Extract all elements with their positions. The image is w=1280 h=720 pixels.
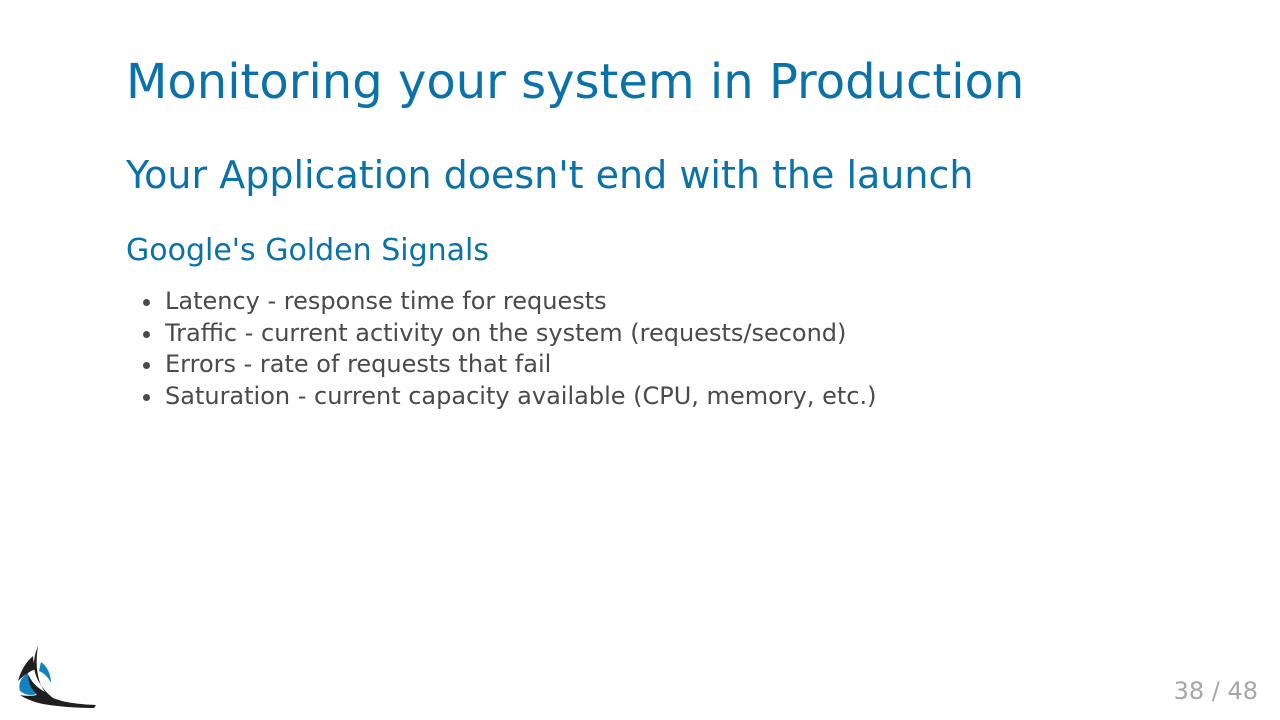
list-item-saturation: Saturation - current capacity available … — [140, 381, 876, 413]
list-item-text: Errors - rate of requests that fail — [165, 350, 552, 379]
slide-subtitle: Your Application doesn't end with the la… — [126, 153, 974, 197]
slide-title: Monitoring your system in Production — [126, 54, 1025, 110]
list-item-traffic: Traffic - current activity on the system… — [140, 318, 876, 350]
bullet-icon — [143, 330, 150, 338]
golden-signals-list: Latency - response time for requests Tra… — [140, 286, 876, 412]
bullet-icon — [143, 362, 150, 370]
section-heading: Google's Golden Signals — [126, 233, 489, 268]
bird-logo-icon — [18, 646, 96, 708]
list-item-text: Saturation - current capacity available … — [165, 381, 877, 410]
presentation-slide: Monitoring your system in Production You… — [0, 0, 1280, 720]
bullet-icon — [143, 393, 150, 401]
page-counter: 38 / 48 — [1173, 677, 1258, 705]
list-item-text: Traffic - current activity on the system… — [165, 318, 847, 347]
list-item-text: Latency - response time for requests — [165, 287, 607, 315]
list-item-latency: Latency - response time for requests — [140, 286, 876, 318]
list-item-errors: Errors - rate of requests that fail — [140, 349, 876, 381]
bullet-icon — [143, 299, 150, 306]
